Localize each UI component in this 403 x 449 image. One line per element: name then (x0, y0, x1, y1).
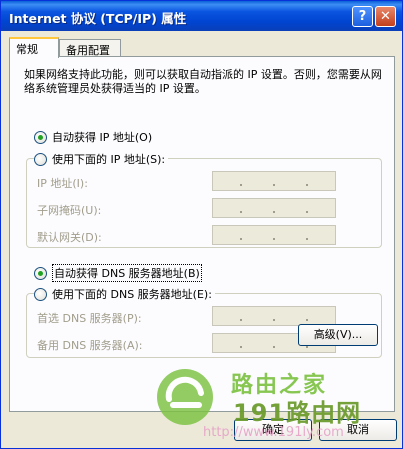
tcpip-properties-dialog: Internet 协议 (TCP/IP) 属性 ? ✕ 常规 备用配置 如果网络… (0, 0, 403, 449)
tab-general[interactable]: 常规 (9, 37, 59, 58)
default-gateway-input[interactable] (212, 225, 336, 245)
radio-manual-dns-label: 使用下面的 DNS 服务器地址(E): (52, 288, 212, 301)
title-bar[interactable]: Internet 协议 (TCP/IP) 属性 ? ✕ (1, 1, 402, 31)
radio-manual-ip[interactable]: 使用下面的 IP 地址(S): (34, 151, 169, 167)
radio-indicator (34, 152, 47, 166)
ok-button[interactable]: 确定 (234, 419, 312, 441)
subnet-mask-label: 子网掩码(U): (37, 204, 102, 217)
radio-indicator (34, 130, 47, 144)
question-icon: ? (358, 9, 367, 24)
preferred-dns-input[interactable] (212, 306, 336, 326)
close-button[interactable]: ✕ (375, 6, 396, 27)
radio-indicator (34, 266, 47, 280)
advanced-button[interactable]: 高级(V)... (298, 324, 378, 346)
tab-alternate-config[interactable]: 备用配置 (59, 39, 121, 57)
radio-manual-dns[interactable]: 使用下面的 DNS 服务器地址(E): (34, 286, 215, 302)
close-icon: ✕ (380, 9, 391, 24)
alternate-dns-label: 备用 DNS 服务器(A): (37, 339, 143, 352)
radio-auto-ip-label: 自动获得 IP 地址(O) (52, 131, 153, 144)
ip-address-input[interactable] (212, 171, 336, 191)
radio-auto-dns-label: 自动获得 DNS 服务器地址(B) (52, 264, 202, 282)
radio-auto-dns[interactable]: 自动获得 DNS 服务器地址(B) (34, 264, 205, 282)
description-text: 如果网络支持此功能，则可以获取自动指派的 IP 设置。否则，您需要从网络系统管理… (24, 68, 382, 95)
help-button[interactable]: ? (352, 6, 373, 27)
cancel-button[interactable]: 取消 (319, 419, 397, 441)
ip-address-label: IP 地址(I): (37, 177, 88, 190)
subnet-mask-input[interactable] (212, 198, 336, 218)
radio-indicator (34, 287, 47, 301)
tab-panel-general: 如果网络支持此功能，则可以获取自动指派的 IP 设置。否则，您需要从网络系统管理… (9, 56, 395, 412)
default-gateway-label: 默认网关(D): (37, 231, 102, 244)
radio-manual-ip-label: 使用下面的 IP 地址(S): (52, 153, 166, 166)
preferred-dns-label: 首选 DNS 服务器(P): (37, 312, 142, 325)
window-title: Internet 协议 (TCP/IP) 属性 (9, 11, 187, 26)
radio-auto-ip[interactable]: 自动获得 IP 地址(O) (34, 129, 156, 145)
